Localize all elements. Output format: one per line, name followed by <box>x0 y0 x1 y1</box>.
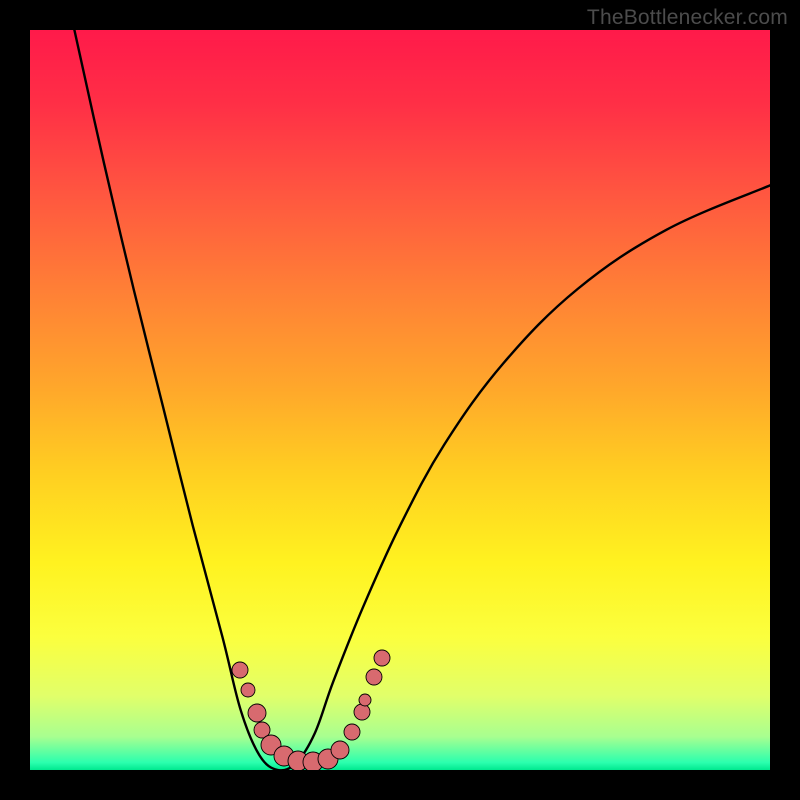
curve-layer <box>30 30 770 770</box>
curve-markers <box>232 650 390 770</box>
chart-frame: TheBottlenecker.com <box>0 0 800 800</box>
plot-area <box>30 30 770 770</box>
curve-marker <box>232 662 248 678</box>
curve-marker <box>374 650 390 666</box>
curve-marker <box>354 704 370 720</box>
curve-marker <box>241 683 255 697</box>
curve-marker <box>366 669 382 685</box>
curve-marker <box>248 704 266 722</box>
curve-marker <box>331 741 349 759</box>
curve-marker <box>359 694 371 706</box>
curve-marker <box>344 724 360 740</box>
watermark-text: TheBottlenecker.com <box>587 6 788 30</box>
bottleneck-curve <box>74 30 770 770</box>
